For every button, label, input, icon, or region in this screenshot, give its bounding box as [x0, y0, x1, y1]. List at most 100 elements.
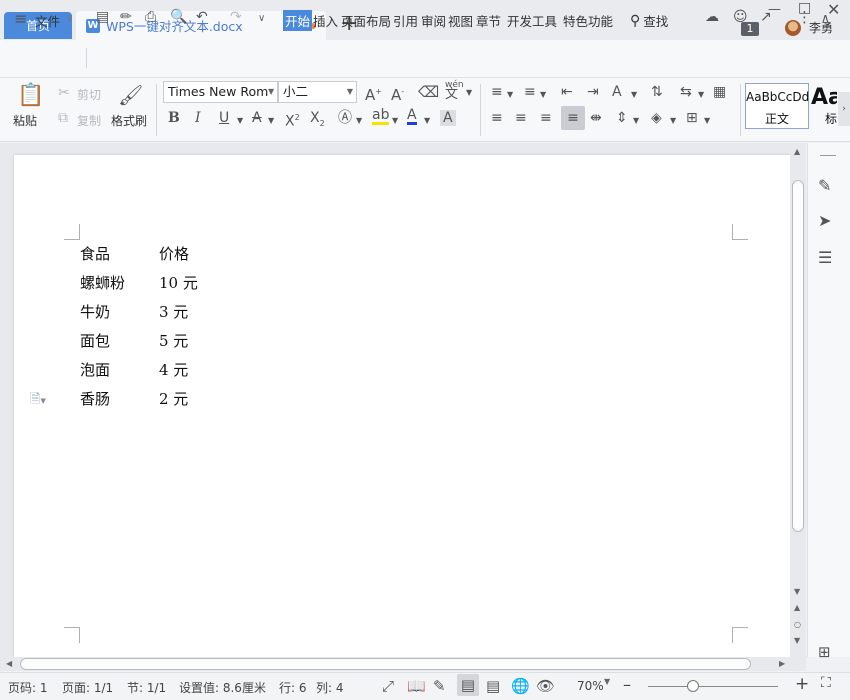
font-color-icon[interactable]: A [407, 108, 417, 125]
chevron-down-icon[interactable]: ▼ [631, 87, 637, 103]
superscript-icon[interactable]: X2 [285, 110, 300, 130]
scroll-left-icon[interactable]: ◀ [6, 659, 12, 668]
chevron-down-icon[interactable]: ▼ [237, 113, 243, 129]
scroll-right-icon[interactable]: ▶ [779, 659, 785, 668]
zoom-out-icon[interactable]: – [623, 675, 631, 694]
scroll-down-icon[interactable]: ▼ [794, 587, 800, 596]
zoom-slider-handle[interactable] [687, 680, 699, 692]
status-page-count[interactable]: 页面: 1/1 [62, 679, 113, 696]
align-right-icon[interactable]: ≡ [540, 110, 552, 126]
char-shading-icon[interactable]: A [440, 110, 456, 126]
cut-button[interactable]: 剪切 [77, 86, 101, 103]
copy-icon[interactable]: ⧉ [58, 110, 68, 126]
subscript-icon[interactable]: X2 [310, 110, 325, 132]
chevron-down-icon[interactable]: ▼ [466, 85, 472, 101]
tab-chapter[interactable]: 章节 [476, 11, 501, 30]
select-browse-icon[interactable]: ○ [794, 620, 801, 629]
copy-button[interactable]: 复制 [77, 112, 101, 129]
page-view-icon[interactable]: ▤ [457, 674, 479, 696]
chevron-down-icon[interactable]: ▼ [633, 113, 639, 129]
align-left-icon[interactable]: ≡ [491, 110, 503, 126]
chevron-down-icon[interactable]: ▼ [507, 87, 513, 103]
chevron-down-icon[interactable]: ∨ [66, 13, 73, 24]
collapse-ribbon-icon[interactable]: ∧ [821, 11, 830, 25]
highlight-icon[interactable]: ab [372, 108, 390, 125]
zoom-level[interactable]: 70% [577, 679, 604, 693]
line-spacing-icon[interactable]: ⇕ [616, 110, 628, 126]
tab-review[interactable]: 审阅 [421, 11, 446, 30]
cell-price[interactable]: 10 元 [159, 272, 198, 293]
paste-icon[interactable]: 📋 [17, 84, 44, 108]
zoom-in-icon[interactable]: + [795, 674, 809, 694]
phonetic-guide-button[interactable]: wén 文 [445, 80, 464, 101]
show-marks-icon[interactable]: ▦ [713, 84, 726, 100]
status-page-number[interactable]: 页码: 1 [8, 679, 48, 696]
clear-format-icon[interactable]: ⌫ [418, 84, 439, 100]
italic-icon[interactable]: I [195, 110, 201, 126]
scroll-up-icon[interactable]: ▲ [794, 147, 800, 156]
hamburger-icon[interactable]: ≡ [14, 9, 27, 28]
paste-button[interactable]: 粘贴 [13, 112, 37, 129]
cell-price[interactable]: 2 元 [159, 388, 188, 409]
redo-icon[interactable]: ↷ [230, 9, 242, 25]
chevron-down-icon[interactable]: ▼ [698, 87, 704, 103]
cut-icon[interactable]: ✂ [58, 85, 70, 101]
tab-view[interactable]: 视图 [448, 11, 473, 30]
cell-price[interactable]: 3 元 [159, 301, 188, 322]
text-effect-icon[interactable]: Ⓐ [338, 110, 352, 126]
style-normal[interactable]: AaBbCcDd 正文 [745, 83, 809, 129]
align-center-icon[interactable]: ≡ [515, 110, 527, 126]
cell-food[interactable]: 香肠 [80, 388, 110, 409]
customize-toolbar-icon[interactable]: ∨ [258, 13, 265, 24]
vertical-scroll-thumb[interactable] [792, 180, 804, 532]
line-spacing-toggle-icon[interactable]: ⇆ [680, 84, 692, 100]
prev-page-icon[interactable]: ▲ [794, 603, 800, 612]
cell-food[interactable]: 牛奶 [80, 301, 110, 322]
document-page[interactable]: 食品 价格 螺蛳粉 10 元 牛奶 3 元 面包 5 元 泡面 4 元 香肠 2… [14, 155, 790, 657]
borders-icon[interactable]: ⊞ [686, 110, 698, 126]
zoom-slider-track[interactable] [648, 686, 778, 687]
decrease-indent-icon[interactable]: ⇤ [561, 84, 573, 100]
cell-price-header[interactable]: 价格 [159, 243, 189, 264]
fullscreen-icon[interactable]: ⤢ [382, 677, 394, 695]
font-name-select[interactable]: Times New Roman ▼ [163, 81, 278, 103]
more-options-icon[interactable]: ⋮ [797, 8, 812, 26]
chevron-down-icon[interactable]: ▼ [424, 113, 430, 129]
numbered-list-icon[interactable]: ≡ [524, 84, 536, 100]
sort-icon[interactable]: ⇅ [651, 84, 663, 100]
grow-font-icon[interactable]: A+ [365, 84, 382, 103]
write-mode-icon[interactable]: ✎ [433, 677, 446, 695]
font-size-select[interactable]: 小二 ▼ [278, 81, 357, 103]
format-painter-button[interactable]: 格式刷 [111, 112, 147, 129]
chevron-down-icon[interactable]: ▼ [704, 113, 710, 129]
cell-food[interactable]: 面包 [80, 330, 110, 351]
cloud-sync-icon[interactable]: ☁ [705, 9, 719, 25]
strikethrough-icon[interactable]: A [252, 110, 262, 126]
justify-icon[interactable]: ≡ [561, 106, 585, 130]
chevron-down-icon[interactable]: ▼ [347, 82, 353, 102]
status-row[interactable]: 行: 6 [279, 679, 307, 696]
find-button[interactable]: ⚲ 查找 [630, 11, 668, 30]
print-icon[interactable]: ⎙ [145, 9, 156, 25]
chevron-down-icon[interactable]: ▼ [268, 82, 277, 102]
chevron-down-icon[interactable]: ▼ [540, 87, 546, 103]
cell-price[interactable]: 4 元 [159, 359, 188, 380]
shrink-font-icon[interactable]: A- [391, 84, 404, 103]
horizontal-scroll-thumb[interactable] [20, 658, 751, 670]
style-heading[interactable]: Aa 标 [811, 83, 837, 129]
paragraph-shading-icon[interactable]: ◈ [651, 110, 662, 126]
save-icon[interactable]: ▤ [96, 9, 109, 25]
tab-special-features[interactable]: 特色功能 [563, 11, 613, 30]
text-direction-icon[interactable]: A [612, 84, 622, 100]
underline-icon[interactable]: U [219, 110, 229, 126]
grid-apps-icon[interactable]: ⊞ [818, 643, 831, 661]
chevron-down-icon[interactable]: ▼ [392, 113, 398, 129]
collaborate-icon[interactable]: ☺ [733, 9, 748, 25]
select-cursor-icon[interactable]: ➤ [818, 211, 831, 230]
bullet-list-icon[interactable]: ≡ [491, 84, 503, 100]
increase-indent-icon[interactable]: ⇥ [587, 84, 599, 100]
web-view-icon[interactable]: 🌐 [511, 677, 530, 695]
tab-start[interactable]: 开始 [283, 10, 313, 31]
bold-icon[interactable]: B [168, 110, 180, 126]
tab-developer[interactable]: 开发工具 [507, 11, 557, 30]
